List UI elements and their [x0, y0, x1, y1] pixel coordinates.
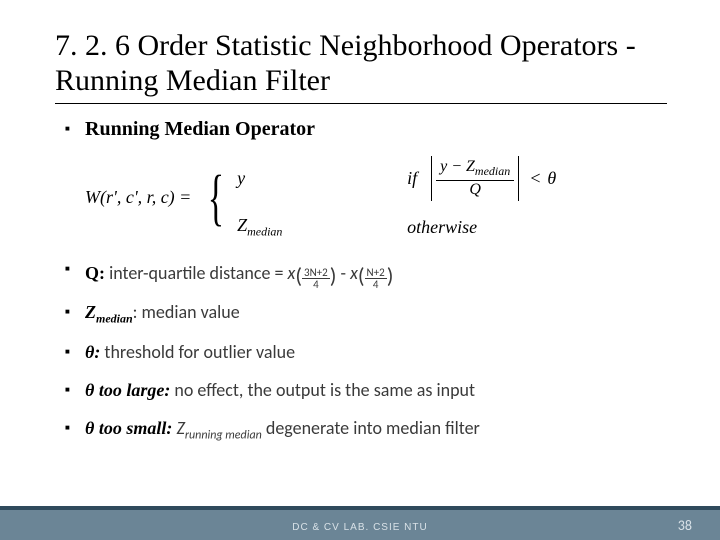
- bullet-icon: [65, 379, 85, 403]
- theta-text: θ: threshold for outlier value: [85, 341, 665, 363]
- case2-condition: otherwise: [407, 217, 556, 238]
- zmedian-row: Zmedian: median value: [65, 301, 665, 327]
- theta-small-text: θ too small: Zrunning median degenerate …: [85, 417, 665, 443]
- theta-large-text: θ too large: no effect, the output is th…: [85, 379, 665, 401]
- bullet-icon: [65, 258, 85, 282]
- formula-block: W(r', c', r, c) = { y if y − Zmedian Q <…: [85, 156, 665, 240]
- case2-value: Zmedian: [237, 215, 327, 240]
- page-number: 38: [678, 517, 692, 534]
- brace-icon: {: [208, 169, 224, 227]
- content-area: Running Median Operator W(r', c', r, c) …: [65, 118, 665, 457]
- case1-value: y: [237, 168, 327, 189]
- q-text: Q: inter-quartile distance = x(3N+24) - …: [85, 258, 665, 288]
- heading-row: Running Median Operator: [65, 118, 665, 142]
- heading-text: Running Median Operator: [85, 118, 665, 141]
- theta-large-row: θ too large: no effect, the output is th…: [65, 379, 665, 403]
- abs-icon: y − Zmedian Q: [431, 156, 519, 201]
- bullet-icon: [65, 301, 85, 325]
- footer-text: DC & CV LAB. CSIE NTU: [0, 522, 720, 533]
- bullet-icon: [65, 118, 85, 142]
- slide-title: 7. 2. 6 Order Statistic Neighborhood Ope…: [55, 28, 655, 99]
- case1-condition: if y − Zmedian Q < θ: [407, 156, 556, 201]
- theta-small-row: θ too small: Zrunning median degenerate …: [65, 417, 665, 443]
- bullet-icon: [65, 341, 85, 365]
- theta-row: θ: threshold for outlier value: [65, 341, 665, 365]
- q-row: Q: inter-quartile distance = x(3N+24) - …: [65, 258, 665, 288]
- slide: 7. 2. 6 Order Statistic Neighborhood Ope…: [0, 0, 720, 540]
- title-underline: [55, 103, 667, 104]
- formula-cases: y if y − Zmedian Q < θ Zmedian otherwise: [237, 156, 556, 240]
- zmedian-text: Zmedian: median value: [85, 301, 665, 327]
- bullet-icon: [65, 417, 85, 441]
- formula-lhs: W(r', c', r, c) =: [85, 187, 191, 208]
